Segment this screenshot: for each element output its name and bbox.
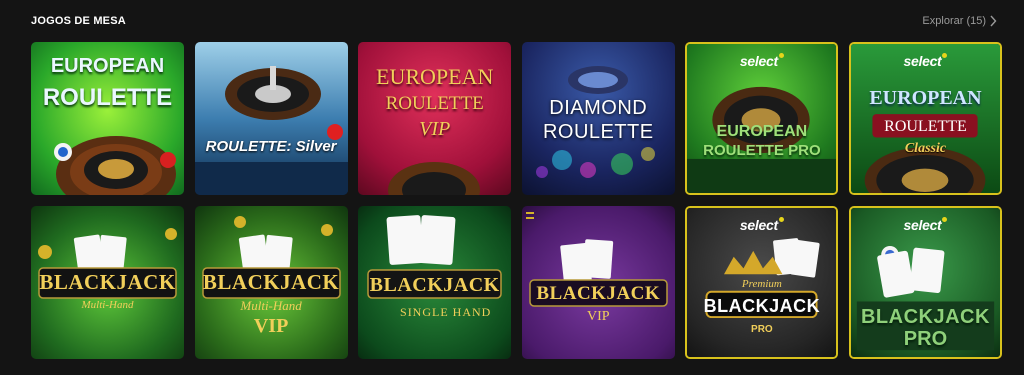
game-title-line-2: BLACKJACK	[703, 296, 821, 316]
section-title: JOGOS DE MESA	[31, 15, 126, 27]
game-title-line-2: ROULETTE PRO	[703, 142, 821, 159]
game-tile-european-roulette-classic[interactable]: select EUROPEAN ROULETTE Classic	[848, 42, 1002, 195]
game-title-line-3: PRO	[751, 324, 773, 335]
game-title-line-1: BLACKJACK	[860, 306, 990, 328]
games-grid: EUROPEAN ROULETTE ROULETTE: Silver EUROP…	[31, 42, 1002, 359]
game-tile-european-roulette-pro[interactable]: select EUROPEAN ROULETTE PRO	[685, 42, 839, 195]
game-title-line-2: ROULETTE	[42, 84, 173, 111]
game-title-line-1: Premium	[741, 278, 782, 290]
game-title-line-2: Multi-Hand	[81, 299, 134, 311]
game-title-line-1: BLACKJACK	[202, 270, 340, 294]
game-tile-premium-blackjack-pro[interactable]: select Premium BLACKJACK PRO	[685, 206, 839, 359]
game-tile-blackjack-multi-hand-vip[interactable]: BLACKJACK Multi-Hand VIP	[194, 206, 348, 359]
game-title-line-2: ROULETTE	[542, 121, 654, 143]
select-badge: select	[687, 53, 836, 69]
game-title-line-2: ROULETTE	[385, 93, 484, 114]
game-title-line-1: EUROPEAN	[716, 123, 808, 140]
game-title-line-2: Multi-Hand	[240, 298, 302, 313]
game-tile-roulette-silver[interactable]: ROULETTE: Silver	[194, 42, 348, 195]
game-title-line-2: SINGLE HAND	[400, 305, 492, 319]
game-title: ROULETTE: Silver	[205, 138, 337, 155]
game-title-line-1: EUROPEAN	[869, 87, 982, 109]
game-title-line-2: PRO	[903, 328, 948, 350]
game-title-line-3: VIP	[419, 118, 451, 140]
game-title-line-1: BLACKJACK	[39, 270, 176, 294]
section-header: JOGOS DE MESA Explorar (15)	[31, 12, 997, 30]
game-title-line-3: Classic	[904, 141, 947, 156]
select-badge: select	[851, 217, 1000, 233]
explore-label: Explorar (15)	[922, 15, 986, 27]
game-title-line-2: ROULETTE	[884, 118, 967, 135]
game-tile-european-roulette-vip[interactable]: EUROPEAN ROULETTE VIP	[358, 42, 512, 195]
select-badge: select	[687, 217, 836, 233]
game-title-line-1: BLACKJACK	[369, 274, 500, 296]
game-title-line-3: VIP	[253, 315, 289, 337]
game-tile-blackjack-vip[interactable]: BLACKJACK VIP	[521, 206, 675, 359]
game-title-line-1: EUROPEAN	[50, 55, 165, 77]
game-title-line-1: DIAMOND	[549, 97, 648, 119]
chevron-right-icon	[990, 15, 997, 27]
game-tile-diamond-roulette[interactable]: DIAMOND ROULETTE	[521, 42, 675, 195]
game-tile-blackjack-pro[interactable]: select BLACKJACK PRO	[848, 206, 1002, 359]
game-tile-european-roulette[interactable]: EUROPEAN ROULETTE	[31, 42, 184, 195]
game-title-line-1: BLACKJACK	[536, 283, 661, 304]
game-tile-blackjack-single-hand[interactable]: BLACKJACK SINGLE HAND	[358, 206, 512, 359]
roulette-wheel-artwork	[194, 42, 348, 195]
explore-link[interactable]: Explorar (15)	[922, 15, 997, 27]
select-badge: select	[851, 53, 1000, 69]
game-title-line-1: EUROPEAN	[376, 64, 494, 89]
game-title-line-2: VIP	[587, 309, 610, 324]
game-tile-blackjack-multi-hand[interactable]: BLACKJACK Multi-Hand	[31, 206, 184, 359]
